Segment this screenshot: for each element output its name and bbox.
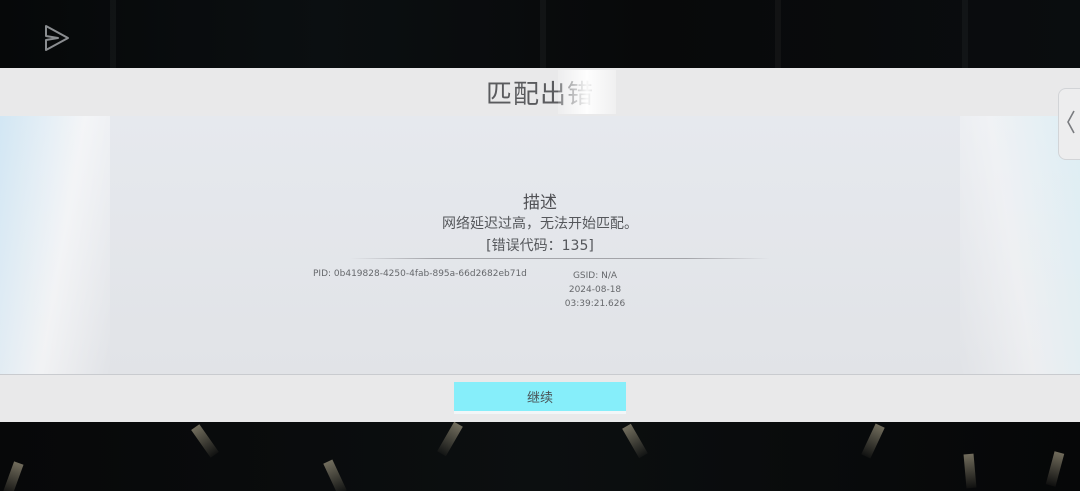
match-error-dialog: 匹配出错 描述 网络延迟过高，无法开始匹配。 [错误代码：135] PID: 0… [0,68,1080,422]
chevron-left-icon [1065,109,1077,139]
date-text: 2024-08-18 [568,285,622,295]
error-message: 网络延迟过高，无法开始匹配。 [442,216,638,232]
send-arrow-icon[interactable] [40,22,72,54]
button-area: 继续 [0,374,1080,422]
game-backdrop-top [0,0,1080,68]
dialog-title-bar: 匹配出错 [0,68,1080,117]
meta-info: GSID: N/A 2024-08-18 03:39:21.626 [560,269,630,311]
pid-text: PID: 0b419828-4250-4fab-895a-66d2682eb71… [313,269,527,279]
description-heading: 描述 [523,193,557,213]
game-backdrop-bottom [0,422,1080,491]
continue-button[interactable]: 继续 [454,382,626,414]
side-panel-handle[interactable] [1058,88,1080,160]
dialog-content: 描述 网络延迟过高，无法开始匹配。 [错误代码：135] PID: 0b4198… [0,116,1080,375]
title-glare [558,70,616,114]
error-code: [错误代码：135] [486,238,594,254]
divider [350,258,770,259]
gsid-text: GSID: N/A [572,271,618,281]
time-text: 03:39:21.626 [564,299,626,309]
